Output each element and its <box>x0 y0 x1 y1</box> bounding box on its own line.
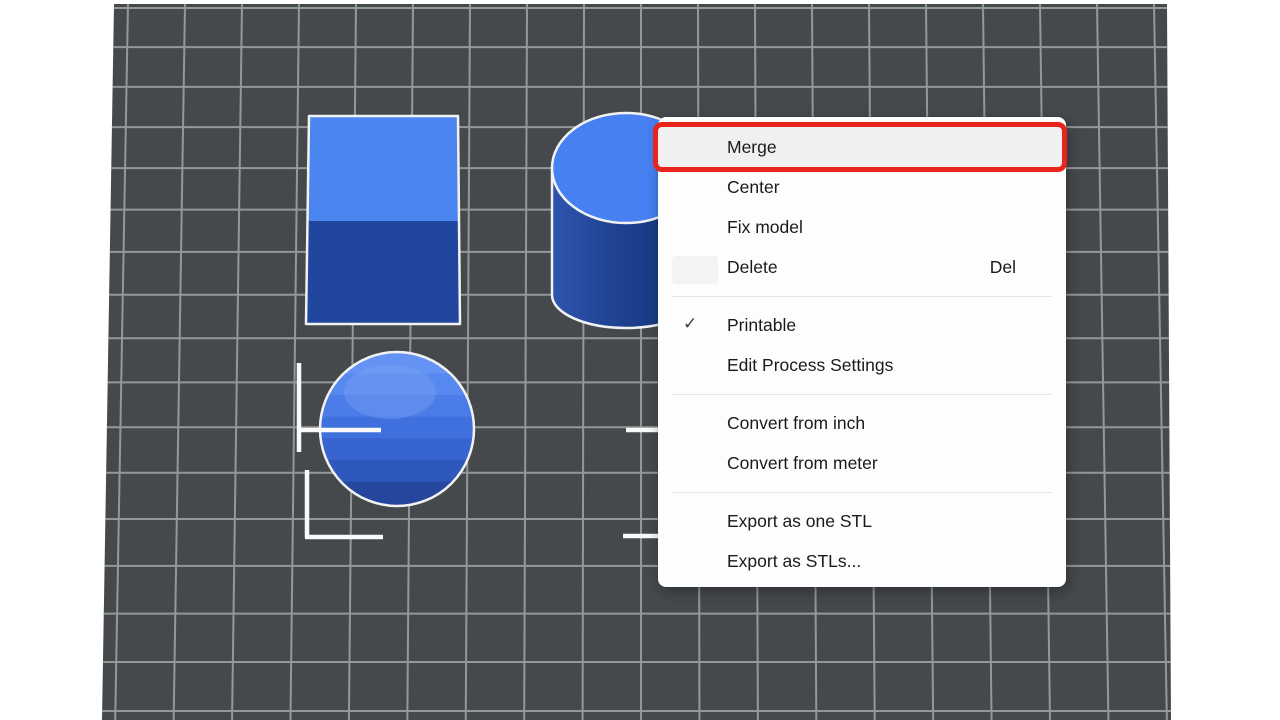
menu-item-label: Export as STLs... <box>727 551 861 572</box>
menu-item-delete[interactable]: Delete Del <box>658 247 1066 287</box>
menu-shortcut: Del <box>990 257 1016 278</box>
menu-item-label: Convert from meter <box>727 453 878 474</box>
app-viewport: Merge Center Fix model Delete Del ✓ Prin… <box>0 0 1280 720</box>
menu-item-label: Edit Process Settings <box>727 355 893 376</box>
menu-separator <box>658 287 1066 305</box>
menu-item-label: Fix model <box>727 217 803 238</box>
menu-item-label: Delete <box>727 257 778 278</box>
3d-scene <box>0 0 1280 720</box>
menu-item-label: Export as one STL <box>727 511 872 532</box>
menu-item-printable[interactable]: ✓ Printable <box>658 305 1066 345</box>
menu-item-merge[interactable]: Merge <box>658 127 1066 167</box>
cube-model[interactable] <box>306 116 460 324</box>
menu-item-export-as-stls[interactable]: Export as STLs... <box>658 541 1066 581</box>
menu-item-icon-slot <box>672 256 718 284</box>
menu-item-convert-from-meter[interactable]: Convert from meter <box>658 443 1066 483</box>
menu-item-convert-from-inch[interactable]: Convert from inch <box>658 403 1066 443</box>
menu-item-export-as-one-stl[interactable]: Export as one STL <box>658 501 1066 541</box>
menu-item-label: Printable <box>727 315 796 336</box>
merge-highlight-annotation <box>653 122 1067 172</box>
menu-separator <box>658 483 1066 501</box>
menu-item-fix-model[interactable]: Fix model <box>658 207 1066 247</box>
context-menu: Merge Center Fix model Delete Del ✓ Prin… <box>658 117 1066 587</box>
menu-item-label: Convert from inch <box>727 413 865 434</box>
menu-item-edit-process-settings[interactable]: Edit Process Settings <box>658 345 1066 385</box>
menu-item-label: Merge <box>727 137 777 158</box>
check-icon: ✓ <box>683 314 697 334</box>
menu-separator <box>658 385 1066 403</box>
menu-item-label: Center <box>727 177 780 198</box>
menu-item-center[interactable]: Center <box>658 167 1066 207</box>
